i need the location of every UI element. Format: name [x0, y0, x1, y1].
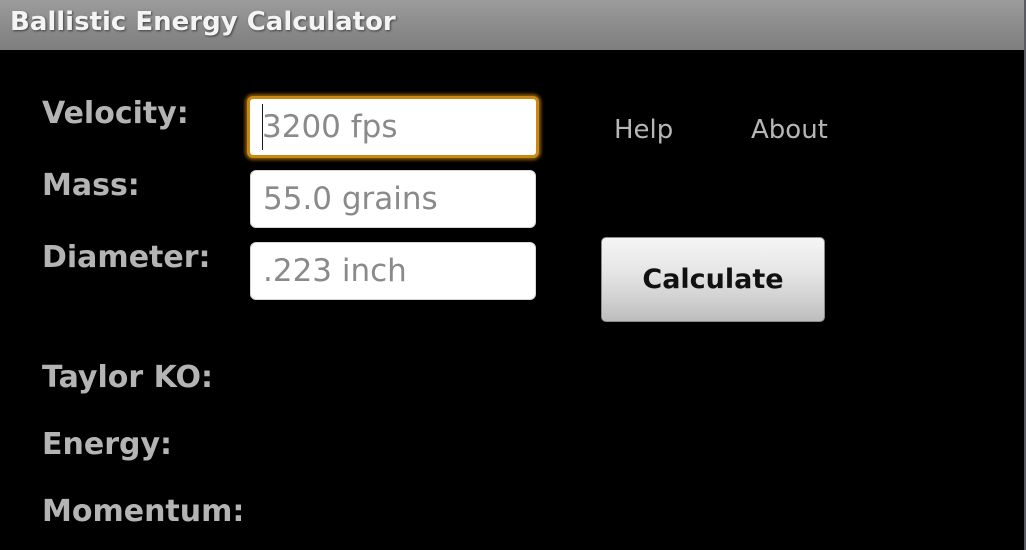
velocity-label: Velocity: — [42, 96, 189, 131]
text-cursor — [262, 104, 263, 150]
mass-label: Mass: — [42, 168, 140, 203]
mass-input[interactable] — [250, 170, 536, 228]
calculate-button[interactable]: Calculate — [601, 237, 825, 322]
velocity-input[interactable] — [247, 96, 539, 158]
app-title: Ballistic Energy Calculator — [10, 7, 396, 37]
taylor-ko-label: Taylor KO: — [42, 360, 214, 395]
momentum-label: Momentum: — [42, 494, 245, 529]
title-bar: Ballistic Energy Calculator — [0, 0, 1026, 50]
diameter-label: Diameter: — [42, 240, 211, 275]
about-link[interactable]: About — [751, 115, 828, 145]
help-link[interactable]: Help — [614, 115, 673, 145]
diameter-input[interactable] — [250, 242, 536, 300]
energy-label: Energy: — [42, 427, 173, 462]
